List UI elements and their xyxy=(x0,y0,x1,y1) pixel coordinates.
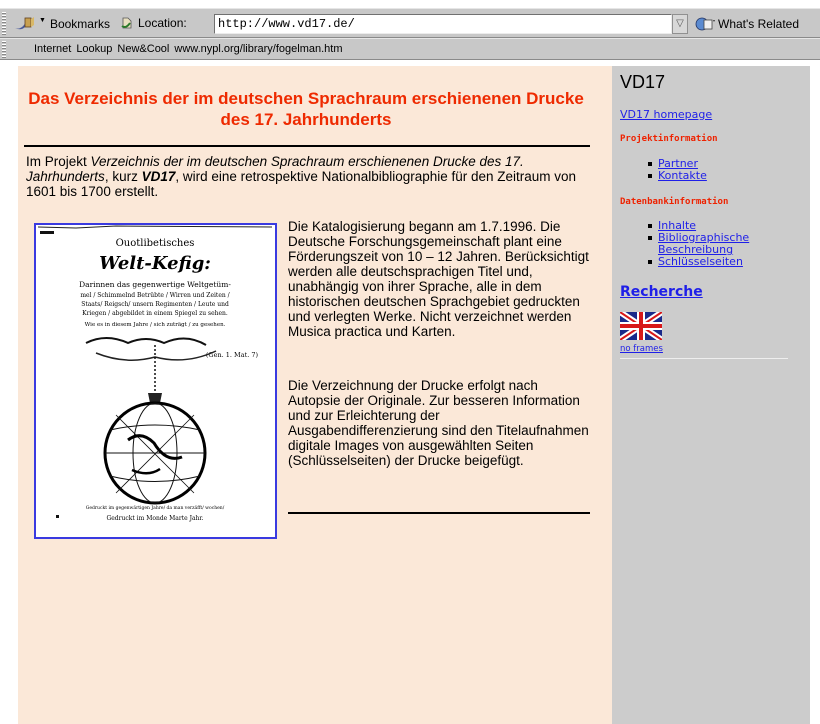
intro-text: Im Projekt Verzeichnis der im deutschen … xyxy=(26,154,586,199)
intro-prefix: Im Projekt xyxy=(26,154,91,169)
whats-related-icon xyxy=(694,16,716,32)
scan-line-6: Kriegen / abgebildet in einem Spiegel zu… xyxy=(82,310,228,317)
scan-line-3: Darinnen das gegenwertige Weltgetüm- xyxy=(79,280,231,289)
title-page-scan-image: Ouotlibetisches Welt-Kefig: Darinnen das… xyxy=(34,223,277,539)
scan-footer-2: Gedruckt im Monde Marte Jahr. xyxy=(106,515,203,522)
location-label-group: Location: xyxy=(120,16,187,30)
scan-line-4: mel / Schimmelnd Betrübte / Wirren und Z… xyxy=(80,292,230,299)
url-dropdown-button[interactable]: ▽ xyxy=(672,14,688,34)
scan-line-1: Ouotlibetisches xyxy=(116,238,195,249)
vd17-homepage-link[interactable]: VD17 homepage xyxy=(620,108,712,121)
personal-links: Internet Lookup New&Cool www.nypl.org/li… xyxy=(34,43,343,55)
paragraph-katalogisierung: Die Katalogisierung begann am 1.7.1996. … xyxy=(288,219,589,339)
sidebar-title: VD17 xyxy=(620,72,666,92)
main-frame: Das Verzeichnis der im deutschen Sprachr… xyxy=(18,66,612,724)
bookmarks-icon xyxy=(14,16,36,32)
scan-footer-1: Gedruckt im gegenwärtigen Jahre/ da man … xyxy=(86,505,225,511)
whats-related-label: What's Related xyxy=(718,17,799,31)
scan-line-7: Wie es in diesem Jahre / sich zuträgt / … xyxy=(85,322,226,328)
bookmarks-caret-icon: ▼ xyxy=(39,16,46,24)
list-item: Schlüsselseiten xyxy=(648,256,768,268)
recherche-link[interactable]: Recherche xyxy=(620,284,703,300)
list-item: Kontakte xyxy=(648,170,707,182)
projektinformation-list: Partner Kontakte xyxy=(648,158,707,182)
sidebar-divider xyxy=(620,358,788,359)
sidebar-frame: VD17 VD17 homepage Projektinformation Pa… xyxy=(612,66,810,724)
kontakte-link[interactable]: Kontakte xyxy=(658,170,707,182)
personal-link-internet[interactable]: Internet xyxy=(34,43,71,55)
schluesselseiten-link[interactable]: Schlüsselseiten xyxy=(658,256,768,268)
url-input[interactable] xyxy=(214,14,672,34)
datenbankinformation-heading: Datenbankinformation xyxy=(620,197,729,207)
scan-line-2: Welt-Kefig: xyxy=(99,253,211,274)
location-icon[interactable] xyxy=(120,16,134,30)
personal-toolbar: Internet Lookup New&Cool www.nypl.org/li… xyxy=(0,38,820,60)
bibliographische-beschreibung-link[interactable]: Bibliographische Beschreibung xyxy=(658,232,768,256)
intro-abbrev: VD17 xyxy=(141,169,176,184)
intro-middle: , kurz xyxy=(104,169,142,184)
datenbankinformation-list: Inhalte Bibliographische Beschreibung Sc… xyxy=(648,220,768,268)
scan-line-5: Staats/ Reigsch/ unsern Regimenten / Leu… xyxy=(81,301,229,308)
location-toolbar: ▼ Bookmarks Location: ▽ What's Related xyxy=(0,8,820,38)
personal-link-lookup[interactable]: Lookup xyxy=(76,43,112,55)
location-label: Location: xyxy=(138,16,187,30)
right-margin xyxy=(810,66,820,724)
toolbar-grip[interactable] xyxy=(2,12,6,36)
bookmarks-label: Bookmarks xyxy=(49,17,110,31)
divider-top xyxy=(24,145,590,147)
list-item: Bibliographische Beschreibung xyxy=(648,232,768,256)
page-title: Das Verzeichnis der im deutschen Sprachr… xyxy=(28,89,584,129)
no-frames-link[interactable]: no frames xyxy=(620,344,663,354)
bookmarks-button[interactable]: ▼ Bookmarks xyxy=(14,15,110,33)
uk-flag-icon[interactable] xyxy=(618,309,664,343)
divider-bottom xyxy=(288,512,590,514)
personal-link-nypl[interactable]: www.nypl.org/library/fogelman.htm xyxy=(174,43,342,55)
projektinformation-heading: Projektinformation xyxy=(620,134,718,144)
paragraph-verzeichnung: Die Verzeichnung der Drucke erfolgt nach… xyxy=(288,378,589,468)
personal-link-newcool[interactable]: New&Cool xyxy=(117,43,169,55)
whats-related-button[interactable]: What's Related xyxy=(694,16,799,32)
personal-toolbar-grip[interactable] xyxy=(2,41,6,58)
